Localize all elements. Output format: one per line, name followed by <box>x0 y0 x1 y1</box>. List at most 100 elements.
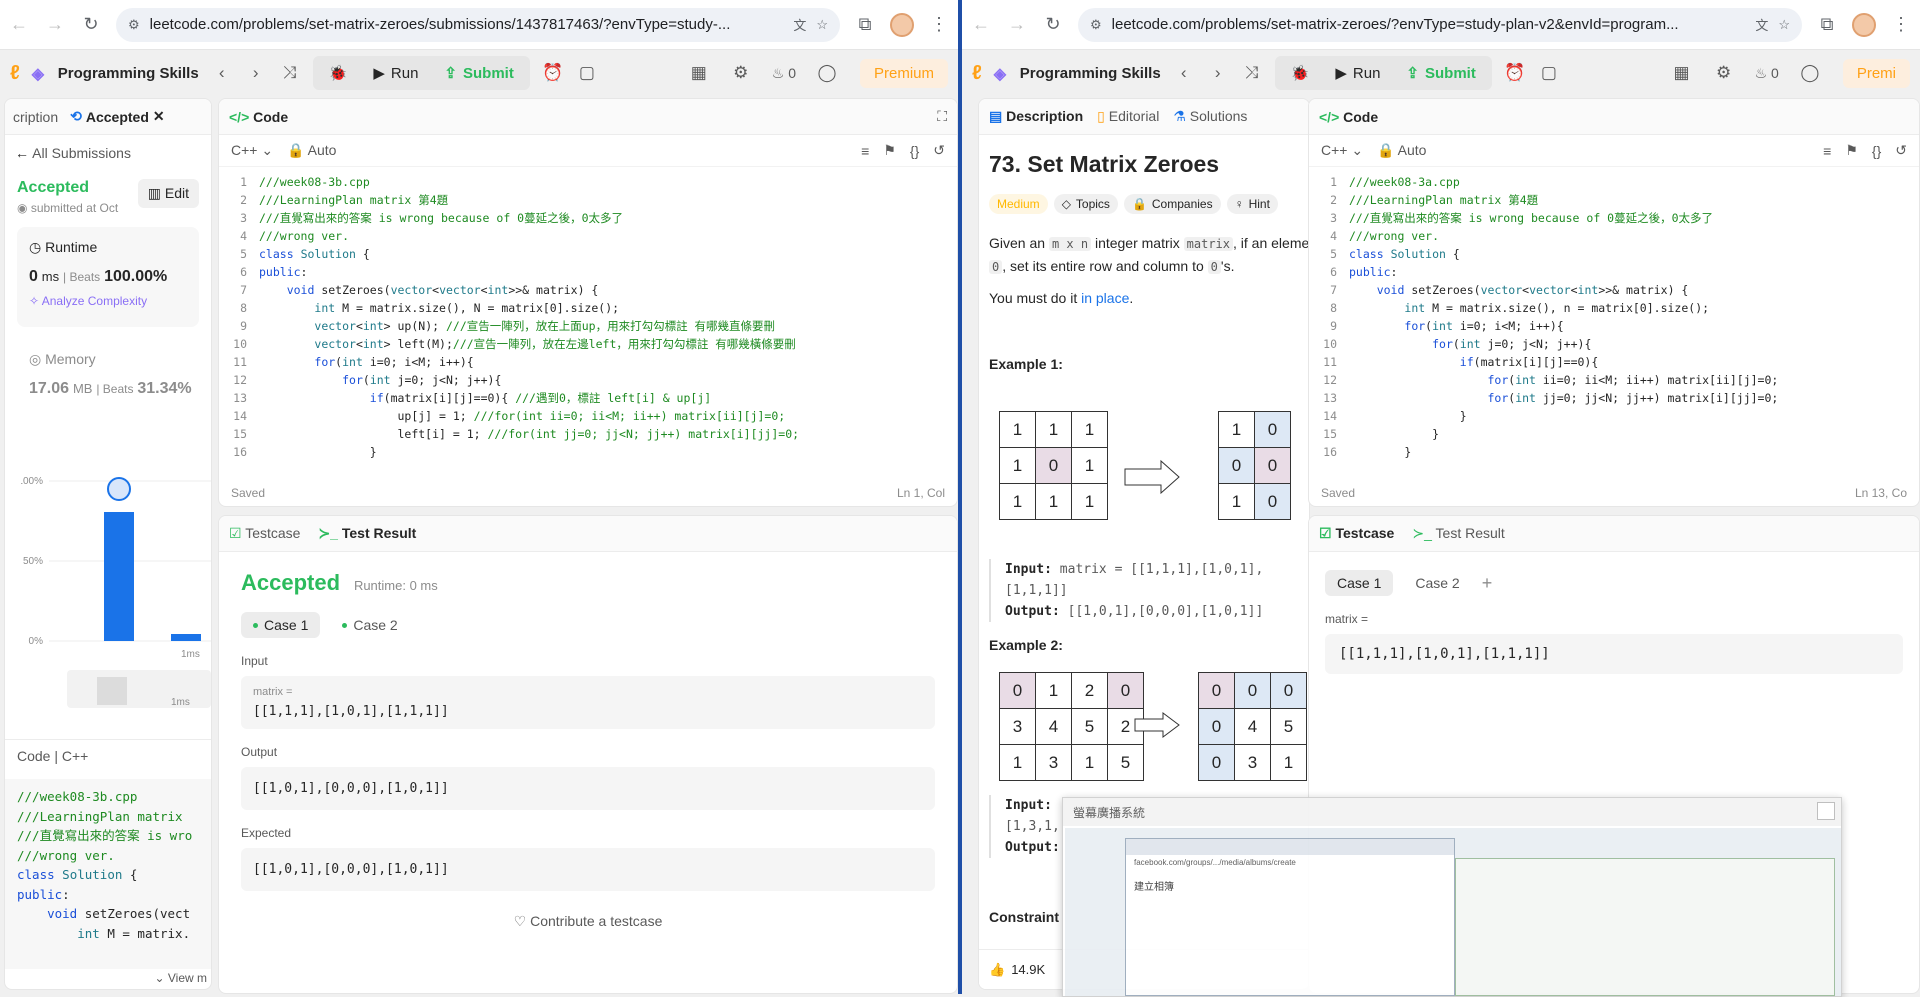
translate-icon[interactable]: 文 <box>793 15 806 34</box>
code-line[interactable]: 15 } <box>1309 425 1919 443</box>
tab-testcase[interactable]: ☑ Testcase <box>229 525 300 542</box>
topics-button[interactable]: ◇ Topics <box>1053 194 1118 214</box>
code-line[interactable]: 7 void setZeroes(vector<vector<int>>& ma… <box>1309 281 1919 299</box>
code-line[interactable]: 1 ///week08-3b.cpp <box>219 173 957 191</box>
overlay-close-icon[interactable] <box>1817 802 1835 820</box>
tab-solutions[interactable]: ⚗ Solutions <box>1173 108 1247 125</box>
code-line[interactable]: 9 vector<int> up(N); ///宣告一陣列，放在上面up，用來打… <box>219 317 957 335</box>
settings-gear-icon[interactable]: ⚙ <box>1713 63 1735 83</box>
next-problem-icon[interactable]: › <box>245 63 267 83</box>
code-lines[interactable]: 1 ///week08-3b.cpp 2 ///LearningPlan matrix… <box>219 167 957 461</box>
maximize-icon[interactable]: ⛶ <box>937 108 947 125</box>
code-line[interactable]: 12 for(int j=0; j<N; j++){ <box>219 371 957 389</box>
menu-dots-icon[interactable]: ⋮ <box>928 14 950 36</box>
case-1-tab[interactable]: Case 1 <box>241 612 321 638</box>
code-line[interactable]: 11 for(int i=0; i<M; i++){ <box>219 353 957 371</box>
forward-arrow-icon[interactable]: → <box>1006 14 1028 36</box>
in-place-link[interactable]: in place <box>1081 290 1129 306</box>
code-line[interactable]: 5 class Solution { <box>1309 245 1919 263</box>
shuffle-icon[interactable]: ⤨ <box>1241 63 1263 83</box>
tab-testcase[interactable]: ☑ Testcase <box>1319 525 1394 542</box>
format-icon[interactable]: ≡ <box>861 143 869 159</box>
companies-button[interactable]: 🔒 Companies <box>1123 194 1221 214</box>
settings-gear-icon[interactable]: ⚙ <box>730 63 752 83</box>
code-line[interactable]: 1 ///week08-3a.cpp <box>1309 173 1919 191</box>
memory-card[interactable]: ◎ Memory 17.06 MB | Beats 31.34% <box>17 339 199 419</box>
run-button[interactable]: ▶ Run <box>1323 60 1393 86</box>
case-1-tab[interactable]: Case 1 <box>1325 570 1394 596</box>
code-line[interactable]: 4 ///wrong ver. <box>1309 227 1919 245</box>
leetcode-logo[interactable]: ℓ <box>10 62 20 85</box>
address-bar[interactable]: ⚙ leetcode.com/problems/set-matrix-zeroe… <box>116 7 840 42</box>
output-box[interactable]: [[1,0,1],[0,0,0],[1,0,1]] <box>241 767 935 810</box>
autocomplete-toggle[interactable]: 🔒 Auto <box>287 142 336 159</box>
code-line[interactable]: 9 for(int i=0; i<M; i++){ <box>1309 317 1919 335</box>
tab-code[interactable]: </> Code <box>1319 109 1378 125</box>
layout-icon[interactable]: ▦ <box>1671 63 1693 83</box>
premium-button[interactable]: Premi <box>1842 58 1910 88</box>
address-bar[interactable]: ⚙ leetcode.com/problems/set-matrix-zeroe… <box>1078 7 1802 42</box>
code-line[interactable]: 11 if(matrix[i][j]==0){ <box>1309 353 1919 371</box>
autocomplete-toggle[interactable]: 🔒 Auto <box>1377 142 1426 159</box>
reset-icon[interactable]: ↺ <box>933 142 945 159</box>
code-line[interactable]: 14 up[j] = 1; ///for(int ii=0; ii<M; ii+… <box>219 407 957 425</box>
code-line[interactable]: 14 } <box>1309 407 1919 425</box>
screen-broadcast-window[interactable]: 螢幕廣播系統 facebook.com/groups/.../media/alb… <box>1062 797 1842 997</box>
menu-dots-icon[interactable]: ⋮ <box>1890 14 1912 36</box>
code-line[interactable]: 10 vector<int> left(M);///宣告一陣列，放在左邊left… <box>219 335 957 353</box>
case-2-tab[interactable]: Case 2 <box>330 612 409 638</box>
add-case-button[interactable]: + <box>1482 573 1493 594</box>
code-line[interactable]: 6 public: <box>1309 263 1919 281</box>
code-line[interactable]: 2 ///LearningPlan matrix 第4題 <box>1309 191 1919 209</box>
analyze-complexity-link[interactable]: ✧ Analyze Complexity <box>29 294 187 308</box>
prev-problem-icon[interactable]: ‹ <box>1173 63 1195 83</box>
shuffle-icon[interactable]: ⤨ <box>279 63 301 83</box>
tab-test-result[interactable]: ≻_ Test Result <box>1412 525 1504 542</box>
braces-icon[interactable]: {} <box>910 143 919 159</box>
input-box[interactable]: matrix = [[1,1,1],[1,0,1],[1,1,1]] <box>241 676 935 729</box>
code-line[interactable]: 12 for(int ii=0; ii<M; ii++) matrix[ii][… <box>1309 371 1919 389</box>
back-arrow-icon[interactable]: ← <box>8 14 30 36</box>
tab-test-result[interactable]: ≻_ Test Result <box>318 525 416 542</box>
language-selector[interactable]: C++ ⌄ <box>231 142 273 159</box>
testcase-input[interactable]: [[1,1,1],[1,0,1],[1,1,1]] <box>1325 634 1903 674</box>
code-line[interactable]: 10 for(int j=0; j<N; j++){ <box>1309 335 1919 353</box>
next-problem-icon[interactable]: › <box>1207 63 1229 83</box>
case-2-tab[interactable]: Case 2 <box>1403 570 1471 596</box>
code-line[interactable]: 3 ///直覺寫出來的答案 is wrong because of 0蔓延之後，0… <box>1309 209 1919 227</box>
bookmark-star-icon[interactable]: ☆ <box>1778 17 1790 33</box>
tab-accepted[interactable]: ⟲ Accepted ✕ <box>70 108 165 125</box>
code-line[interactable]: 6 public: <box>219 263 957 281</box>
all-submissions-link[interactable]: ← All Submissions <box>5 135 211 161</box>
language-selector[interactable]: C++ ⌄ <box>1321 142 1363 159</box>
notes-icon[interactable]: ▢ <box>576 63 598 83</box>
problem-list-selector[interactable]: ◈ Programming Skills <box>32 64 199 84</box>
streak-counter[interactable]: ♨ 0 <box>1755 65 1779 82</box>
hint-button[interactable]: ♀ Hint <box>1226 194 1278 214</box>
reload-icon[interactable]: ↻ <box>1042 14 1064 36</box>
profile-avatar[interactable] <box>1852 12 1876 37</box>
extensions-icon[interactable]: ⧉ <box>1816 14 1838 36</box>
debug-button[interactable]: 🐞 <box>316 60 360 86</box>
profile-avatar[interactable] <box>890 12 914 37</box>
code-line[interactable]: 13 for(int jj=0; jj<N; jj++) matrix[i][j… <box>1309 389 1919 407</box>
site-info-icon[interactable]: ⚙ <box>1090 17 1102 33</box>
runtime-card[interactable]: ◷ Runtime 0 ms | Beats 100.00% ✧ Analyze… <box>17 227 199 327</box>
code-line[interactable]: 2 ///LearningPlan matrix 第4題 <box>219 191 957 209</box>
code-line[interactable]: 7 void setZeroes(vector<vector<int>>& ma… <box>219 281 957 299</box>
timer-icon[interactable]: ⏰ <box>1504 63 1526 83</box>
problem-list-selector[interactable]: ◈ Programming Skills <box>994 64 1161 84</box>
reset-icon[interactable]: ↺ <box>1895 142 1907 159</box>
code-line[interactable]: 16 } <box>219 443 957 461</box>
like-thumb-icon[interactable]: 👍 <box>989 962 1005 978</box>
notes-icon[interactable]: ▢ <box>1538 63 1560 83</box>
premium-button[interactable]: Premium <box>859 58 948 88</box>
reload-icon[interactable]: ↻ <box>80 14 102 36</box>
code-line[interactable]: 15 left[i] = 1; ///for(int jj=0; jj<N; j… <box>219 425 957 443</box>
tab-editorial[interactable]: ▯ Editorial <box>1097 108 1159 125</box>
layout-icon[interactable]: ▦ <box>688 63 710 83</box>
bookmark-icon[interactable]: ⚑ <box>883 142 896 159</box>
braces-icon[interactable]: {} <box>1872 143 1881 159</box>
debug-button[interactable]: 🐞 <box>1278 60 1322 86</box>
code-line[interactable]: 13 if(matrix[i][j]==0){ ///遇到0，標註 left[i… <box>219 389 957 407</box>
